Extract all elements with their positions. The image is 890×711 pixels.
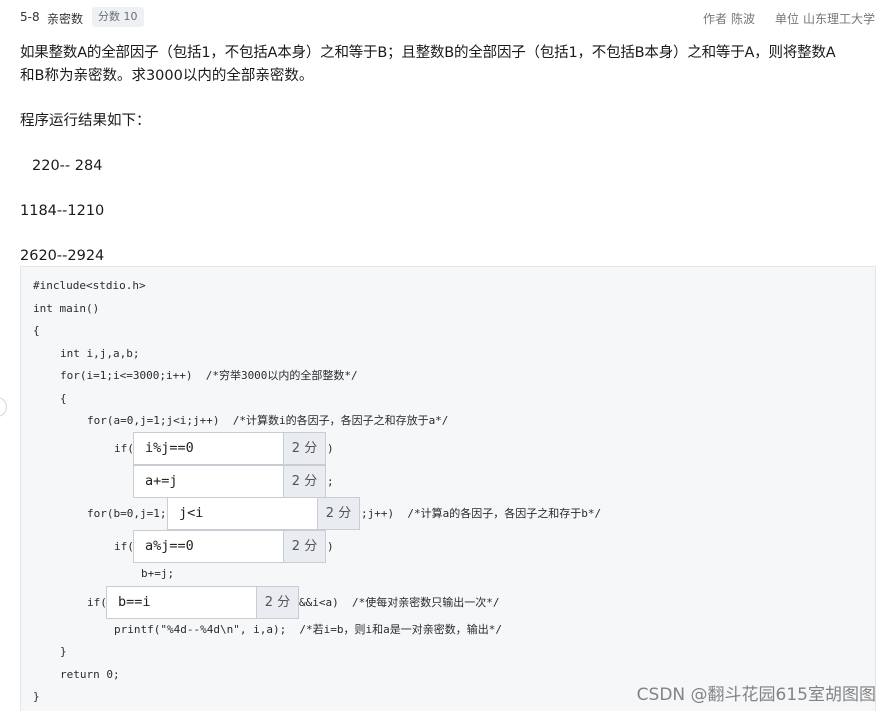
- answer-blank-4[interactable]: a%j==0 2 分: [133, 530, 326, 563]
- author-label: 作者: [702, 12, 727, 26]
- code-line: for(a=0,j=1;j<i;j++) /*计算数i的各因子，各因子之和存放于…: [87, 414, 449, 427]
- problem-title: 亲密数: [47, 12, 84, 26]
- code-line: printf("%4d--%4d\n", i,a); /*若i=b，则i和a是一…: [114, 623, 503, 636]
- code-fragment: ): [327, 540, 334, 553]
- code-line: int main(): [33, 302, 100, 315]
- output-line: 2620--2924: [20, 248, 105, 264]
- code-fragment: for(b=0,j=1;: [87, 507, 167, 520]
- points-badge: 2 分: [256, 587, 298, 618]
- code-line: {: [60, 392, 67, 405]
- output-line: 220-- 284: [32, 158, 103, 174]
- answer-text: j<i: [179, 505, 204, 521]
- points-badge: 2 分: [283, 531, 325, 562]
- answer-blank-3[interactable]: j<i 2 分: [167, 497, 360, 530]
- output-line: 1184--1210: [20, 203, 105, 219]
- problem-id: 5-8: [20, 10, 40, 24]
- score-badge: 分数 10: [92, 7, 144, 27]
- unit-name: 山东理工大学: [802, 12, 875, 26]
- code-block: #include<stdio.h> int main() { int i,j,a…: [20, 266, 876, 711]
- code-fragment: ;: [327, 475, 334, 488]
- answer-blank-2[interactable]: a+=j 2 分: [133, 465, 326, 498]
- output-heading: 程序运行结果如下：: [20, 113, 151, 129]
- code-fragment: ;j++) /*计算a的各因子，各因子之和存于b*/: [361, 507, 602, 520]
- side-handle[interactable]: [0, 397, 7, 417]
- points-badge: 2 分: [317, 498, 359, 529]
- code-fragment: if(: [114, 540, 134, 553]
- code-line: int i,j,a,b;: [60, 347, 140, 360]
- answer-blank-1[interactable]: i%j==0 2 分: [133, 432, 326, 465]
- author-name: 陈波: [730, 12, 755, 26]
- answer-text: i%j==0: [145, 440, 194, 456]
- code-line: #include<stdio.h>: [33, 279, 146, 292]
- watermark: CSDN @翻斗花园615室胡图图: [636, 685, 876, 705]
- code-line: for(i=1;i<=3000;i++) /*穷举3000以内的全部整数*/: [60, 369, 358, 382]
- answer-blank-5[interactable]: b==i 2 分: [106, 586, 299, 619]
- points-badge: 2 分: [283, 433, 325, 464]
- code-fragment: ): [327, 442, 334, 455]
- answer-text: a+=j: [145, 473, 178, 489]
- description-line: 如果整数A的全部因子（包括1，不包括A本身）之和等于B；且整数B的全部因子（包括…: [20, 45, 836, 61]
- code-line: return 0;: [60, 668, 120, 681]
- problem-header: 5-8 亲密数 分数 10 作者 陈波 单位 山东理工大学: [0, 0, 890, 34]
- code-line: }: [60, 645, 67, 658]
- answer-text: a%j==0: [145, 538, 194, 554]
- code-fragment: if(: [87, 596, 107, 609]
- code-line: }: [33, 690, 40, 703]
- points-badge: 2 分: [283, 466, 325, 497]
- code-line: b+=j;: [141, 567, 175, 580]
- code-fragment: &&i<a) /*使每对亲密数只输出一次*/: [299, 596, 500, 609]
- unit-label: 单位: [774, 12, 799, 26]
- code-fragment: if(: [114, 442, 134, 455]
- description-line: 和B称为亲密数。求3000以内的全部亲密数。: [20, 68, 314, 84]
- problem-meta: 作者 陈波 单位 山东理工大学: [699, 10, 875, 27]
- code-line: {: [33, 324, 40, 337]
- answer-text: b==i: [118, 594, 151, 610]
